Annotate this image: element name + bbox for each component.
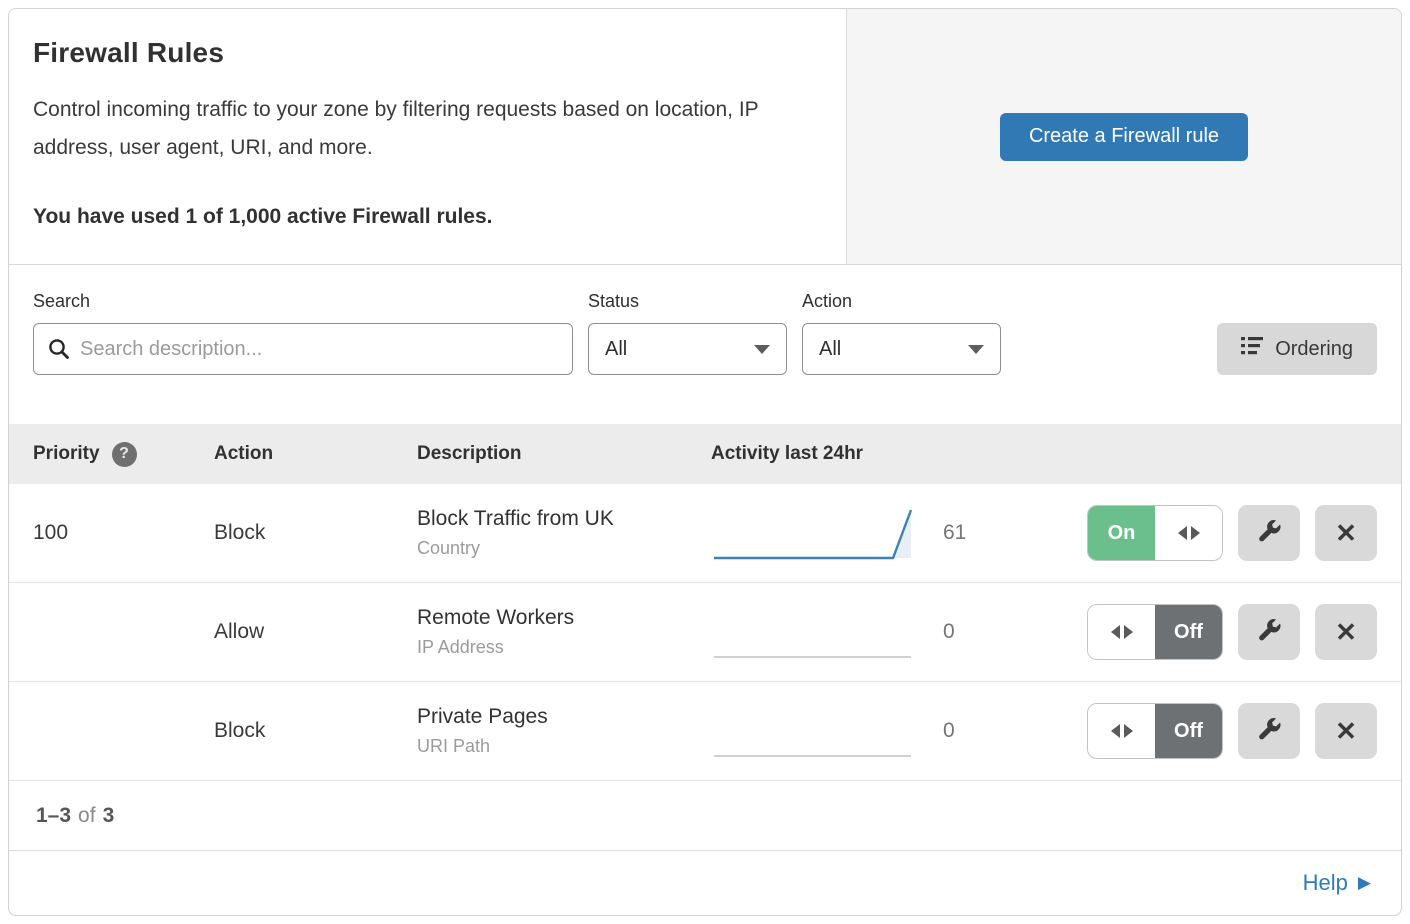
rule-description: Private Pages	[417, 705, 711, 729]
action-filter-group: Action All	[802, 291, 1001, 375]
delete-rule-button[interactable]: ✕	[1315, 703, 1377, 759]
search-input[interactable]	[33, 323, 573, 375]
ordered-list-icon	[1241, 336, 1263, 362]
rule-enabled-toggle[interactable]: On	[1087, 505, 1223, 561]
toggle-handle-icon[interactable]	[1155, 506, 1222, 560]
edit-rule-button[interactable]	[1238, 604, 1300, 660]
pagination-of-label: of	[78, 804, 96, 828]
rule-match-type: IP Address	[417, 637, 711, 658]
action-select[interactable]: All	[802, 323, 1001, 375]
rule-action: Block	[214, 719, 417, 743]
priority-help-icon[interactable]: ?	[112, 442, 137, 467]
wrench-icon	[1256, 519, 1282, 548]
column-description: Description	[417, 443, 711, 465]
close-icon: ✕	[1335, 718, 1357, 744]
header-text-panel: Firewall Rules Control incoming traffic …	[9, 9, 846, 264]
firewall-rules-card: Firewall Rules Control incoming traffic …	[8, 8, 1402, 916]
toggle-off-label: Off	[1155, 605, 1222, 659]
edit-rule-button[interactable]	[1238, 703, 1300, 759]
header-action-panel: Create a Firewall rule	[846, 9, 1401, 264]
arrow-right-icon: ▶	[1358, 873, 1371, 893]
close-icon: ✕	[1335, 619, 1357, 645]
action-select-value: All	[819, 338, 841, 361]
activity-count: 0	[943, 620, 987, 644]
activity-sparkline	[711, 701, 916, 761]
table-row: Block Private Pages URI Path 0 Off	[9, 682, 1401, 781]
rule-action: Block	[214, 521, 417, 545]
close-icon: ✕	[1335, 520, 1357, 546]
create-firewall-rule-button[interactable]: Create a Firewall rule	[1000, 113, 1248, 161]
table-row: Allow Remote Workers IP Address 0 Off	[9, 583, 1401, 682]
rule-action: Allow	[214, 620, 417, 644]
rule-description: Remote Workers	[417, 606, 711, 630]
pagination-bar: 1–3 of 3	[9, 781, 1401, 851]
rule-enabled-toggle[interactable]: Off	[1087, 703, 1223, 759]
rule-enabled-toggle[interactable]: Off	[1087, 604, 1223, 660]
delete-rule-button[interactable]: ✕	[1315, 604, 1377, 660]
page-description: Control incoming traffic to your zone by…	[33, 91, 803, 167]
pagination-total: 3	[103, 804, 115, 828]
activity-count: 0	[943, 719, 987, 743]
filter-bar: Search Status All	[9, 265, 1401, 424]
toggle-on-label: On	[1088, 506, 1155, 560]
ordering-button[interactable]: Ordering	[1217, 323, 1377, 375]
status-select[interactable]: All	[588, 323, 787, 375]
rule-match-type: URI Path	[417, 736, 711, 757]
pagination-range: 1–3	[36, 804, 71, 828]
toggle-off-label: Off	[1155, 704, 1222, 758]
header: Firewall Rules Control incoming traffic …	[9, 9, 1401, 265]
column-priority: Priority	[33, 443, 100, 465]
column-activity: Activity last 24hr	[711, 443, 863, 465]
rule-priority: 100	[33, 521, 214, 545]
page-title: Firewall Rules	[33, 37, 822, 69]
help-link[interactable]: Help ▶	[1303, 870, 1371, 896]
chevron-down-icon	[968, 345, 984, 354]
search-label: Search	[33, 291, 573, 312]
wrench-icon	[1256, 717, 1282, 746]
help-bar: Help ▶	[9, 851, 1401, 915]
chevron-down-icon	[754, 345, 770, 354]
status-filter-group: Status All	[588, 291, 787, 375]
rule-match-type: Country	[417, 538, 711, 559]
status-select-value: All	[605, 338, 627, 361]
usage-summary: You have used 1 of 1,000 active Firewall…	[33, 205, 822, 229]
search-group: Search	[33, 291, 573, 375]
activity-count: 61	[943, 521, 987, 545]
activity-sparkline	[711, 602, 916, 662]
search-icon	[47, 337, 71, 366]
column-action: Action	[214, 443, 417, 465]
status-label: Status	[588, 291, 787, 312]
activity-sparkline	[711, 503, 916, 563]
table-header: Priority ? Action Description Activity l…	[9, 424, 1401, 484]
wrench-icon	[1256, 618, 1282, 647]
rule-description: Block Traffic from UK	[417, 507, 711, 531]
toggle-handle-icon[interactable]	[1088, 605, 1155, 659]
table-row: 100 Block Block Traffic from UK Country …	[9, 484, 1401, 583]
delete-rule-button[interactable]: ✕	[1315, 505, 1377, 561]
edit-rule-button[interactable]	[1238, 505, 1300, 561]
help-link-label: Help	[1303, 870, 1348, 896]
action-label: Action	[802, 291, 1001, 312]
ordering-button-label: Ordering	[1275, 338, 1353, 361]
toggle-handle-icon[interactable]	[1088, 704, 1155, 758]
